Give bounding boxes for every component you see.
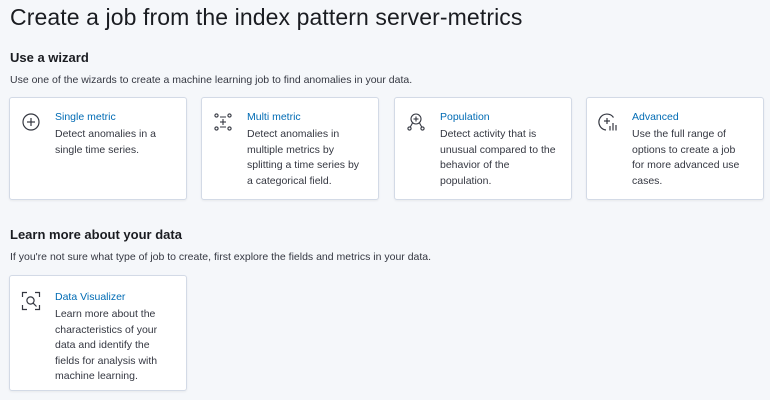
wizard-section-description: Use one of the wizards to create a machi… bbox=[10, 74, 413, 86]
data-visualizer-card-description: Learn more about the characteristics of … bbox=[55, 308, 158, 382]
advanced-icon bbox=[598, 112, 618, 132]
data-visualizer-card-title: Data Visualizer bbox=[55, 291, 126, 303]
advanced-card[interactable]: Advanced Use the full range of options t… bbox=[586, 97, 764, 200]
population-card-description: Detect activity that is unusual compared… bbox=[440, 128, 556, 187]
population-card[interactable]: Population Detect activity that is unusu… bbox=[394, 97, 572, 200]
multi-metric-icon bbox=[213, 112, 233, 132]
population-card-title: Population bbox=[440, 111, 490, 123]
data-visualizer-card[interactable]: Data Visualizer Learn more about the cha… bbox=[9, 275, 187, 391]
wizard-section-title: Use a wizard bbox=[10, 50, 89, 65]
learn-section-title: Learn more about your data bbox=[10, 227, 182, 242]
single-metric-card-title: Single metric bbox=[55, 111, 116, 123]
population-icon bbox=[406, 112, 426, 132]
page-title: Create a job from the index pattern serv… bbox=[10, 4, 523, 30]
learn-section-description: If you're not sure what type of job to c… bbox=[10, 251, 432, 263]
multi-metric-card-title: Multi metric bbox=[247, 111, 301, 123]
single-metric-card[interactable]: Single metric Detect anomalies in a sing… bbox=[9, 97, 187, 200]
multi-metric-card-description: Detect anomalies in multiple metrics by … bbox=[247, 128, 360, 187]
multi-metric-card[interactable]: Multi metric Detect anomalies in multipl… bbox=[201, 97, 379, 200]
data-visualizer-icon bbox=[21, 291, 41, 311]
single-metric-card-description: Detect anomalies in a single time series… bbox=[55, 128, 156, 156]
advanced-card-title: Advanced bbox=[632, 111, 679, 123]
advanced-card-description: Use the full range of options to create … bbox=[632, 128, 740, 187]
plus-circle-icon bbox=[21, 112, 41, 132]
